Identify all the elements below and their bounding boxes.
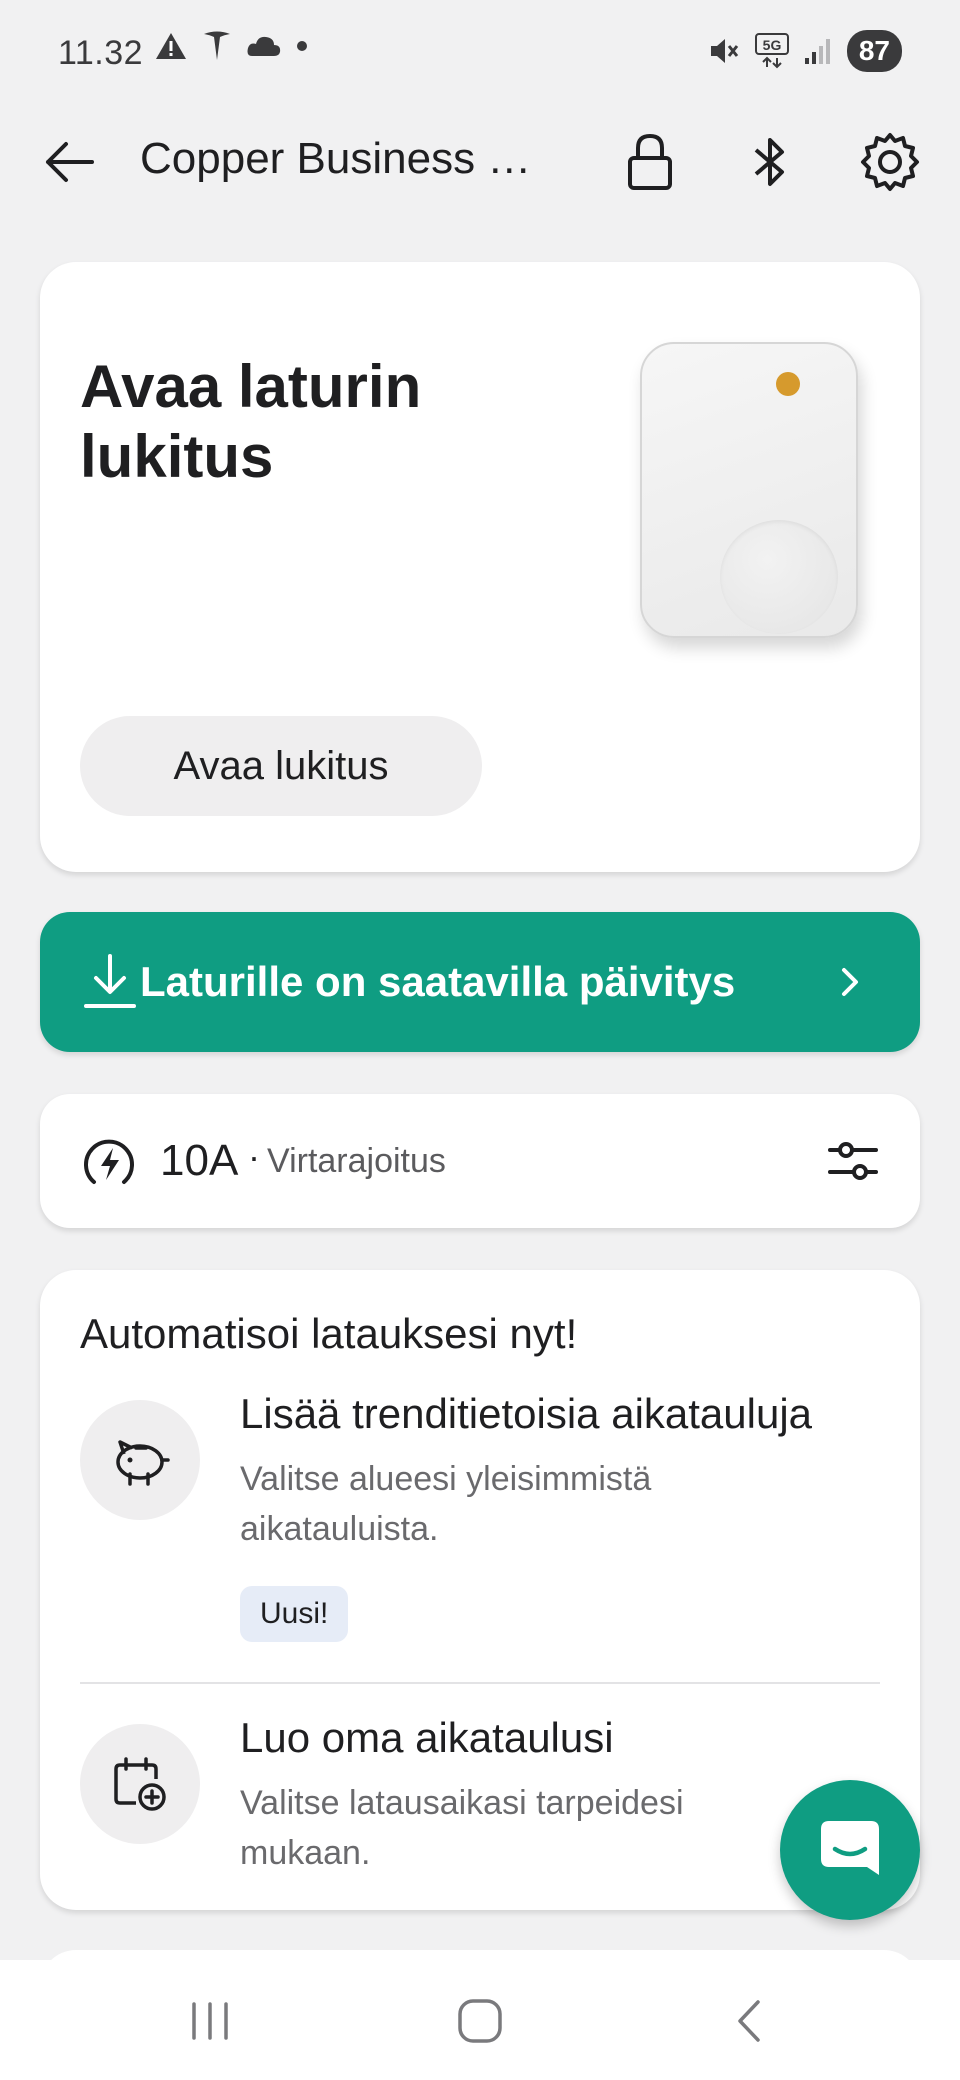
app-screen: 11.32 5G 87 Copper Business S... Avaa la… — [0, 0, 960, 2080]
trend-schedules-title[interactable]: Lisää trenditietoisia aikatauluja — [240, 1390, 812, 1438]
current-limit-label: Virtarajoitus — [267, 1142, 446, 1180]
status-system-icons: 5G 87 — [707, 30, 902, 72]
home-icon[interactable] — [450, 1996, 510, 2046]
chevron-right-icon — [842, 968, 858, 996]
new-badge: Uusi! — [240, 1586, 349, 1642]
chat-bubble-icon — [821, 1821, 879, 1875]
piggy-bank-icon — [116, 1440, 170, 1486]
sliders-icon[interactable] — [826, 1134, 880, 1188]
signal-icon — [804, 39, 830, 64]
network-5g-icon: 5G — [754, 33, 789, 69]
status-notification-icons — [154, 30, 308, 62]
chat-support-button[interactable] — [780, 1780, 920, 1920]
trend-schedules-description: Valitse alueesi yleisimmistä aikatauluis… — [240, 1460, 652, 1548]
recent-apps-icon[interactable] — [180, 1996, 240, 2046]
battery-indicator: 87 — [846, 30, 902, 72]
bolt-icon — [84, 1139, 134, 1184]
divider — [80, 1682, 880, 1684]
calendar-add-icon — [114, 1757, 166, 1811]
warning-icon — [156, 33, 186, 59]
bluetooth-icon[interactable] — [738, 130, 802, 194]
charger-illustration — [640, 342, 858, 638]
page-title: Copper Business S... — [140, 134, 540, 183]
custom-schedule-description: Valitse latausaikasi tarpeidesi mukaan. — [240, 1784, 684, 1872]
calendar-add-icon-container[interactable] — [80, 1724, 200, 1844]
unlock-button[interactable]: Avaa lukitus — [80, 716, 482, 816]
charger-dial — [720, 520, 838, 634]
separator-dot: · — [248, 1136, 260, 1177]
back-arrow-icon[interactable] — [40, 132, 100, 192]
tesla-icon — [204, 31, 230, 60]
cloud-icon — [247, 36, 281, 56]
custom-schedule-title[interactable]: Luo oma aikataulusi — [240, 1714, 614, 1762]
dot-icon — [297, 41, 307, 51]
gear-icon[interactable] — [858, 130, 922, 194]
app-bar: Copper Business S... — [0, 104, 960, 216]
automation-title: Automatisoi latauksesi nyt! — [80, 1310, 578, 1357]
current-limit-card[interactable]: 10A · Virtarajoitus — [40, 1094, 920, 1228]
update-available-banner[interactable]: Laturille on saatavilla päivitys — [40, 912, 920, 1052]
back-nav-icon[interactable] — [720, 1996, 780, 2046]
charger-status-light — [776, 372, 800, 396]
unlock-charger-card: Avaa laturin lukitus Avaa lukitus — [40, 262, 920, 872]
current-limit-value: 10A — [160, 1136, 239, 1185]
system-navigation-bar — [0, 1960, 960, 2080]
network-label: 5G — [763, 37, 782, 53]
status-bar: 11.32 5G 87 — [0, 0, 960, 104]
mute-icon — [710, 39, 739, 63]
lock-icon[interactable] — [618, 130, 682, 194]
piggy-bank-icon-container[interactable] — [80, 1400, 200, 1520]
unlock-card-title: Avaa laturin lukitus — [80, 353, 422, 490]
download-icon — [84, 954, 136, 1008]
update-banner-text: Laturille on saatavilla päivitys — [140, 958, 736, 1005]
automation-card: Automatisoi latauksesi nyt! Lisää trendi… — [40, 1270, 920, 1910]
status-time: 11.32 — [58, 34, 144, 72]
